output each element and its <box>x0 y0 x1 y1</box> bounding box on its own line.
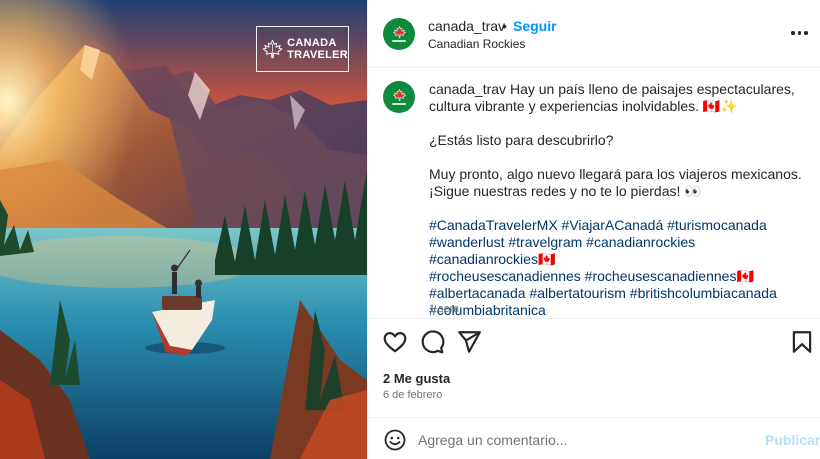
heart-icon[interactable] <box>382 329 408 355</box>
canada-traveler-logo: CANADA TRAVELER <box>256 26 349 72</box>
more-dot <box>804 31 808 35</box>
send-icon[interactable] <box>456 329 482 355</box>
separator-dot: • <box>502 18 507 34</box>
action-bar <box>368 329 820 359</box>
hashtag-line[interactable]: #wanderlust #travelgram #canadianrockies… <box>429 234 807 268</box>
hashtag-block: #CanadaTravelerMX #ViajarACanadá #turism… <box>429 217 807 319</box>
brand-line-1: CANADA <box>287 37 337 49</box>
post-date[interactable]: 6 de febrero <box>383 389 442 401</box>
hashtag-line[interactable]: #albertacanada #albertatourism #britishc… <box>429 285 807 302</box>
caption-text-3a: Muy pronto, algo nuevo llegará para los … <box>429 166 802 182</box>
maple-leaf-icon <box>392 26 406 38</box>
follow-button[interactable]: Seguir <box>513 18 557 34</box>
brand-wordmark: CANADA TRAVELER <box>287 37 348 61</box>
avatar-text-mark <box>392 40 406 42</box>
caption-paragraph-2: ¿Estás listo para descubrirlo? <box>429 132 614 148</box>
more-options-icon[interactable] <box>791 25 811 41</box>
post-header: canada_trav • Seguir Canadian Rockies <box>368 0 820 68</box>
emoji-icon[interactable] <box>383 428 407 452</box>
comment-input[interactable] <box>418 426 748 454</box>
post-side-panel: canada_trav • Seguir Canadian Rockies ca… <box>367 0 820 459</box>
post-caption: canada_trav Hay un país lleno de paisaje… <box>429 81 807 319</box>
like-count[interactable]: 2 Me gusta <box>383 371 450 386</box>
avatar-text-mark <box>392 103 406 105</box>
bookmark-icon[interactable] <box>789 329 815 355</box>
location-link[interactable]: Canadian Rockies <box>428 37 525 51</box>
caption-section: canada_trav Hay un país lleno de paisaje… <box>368 69 820 319</box>
caption-paragraph-3: Muy pronto, algo nuevo llegará para los … <box>429 166 807 200</box>
comment-icon[interactable] <box>419 329 445 355</box>
avatar[interactable] <box>383 81 415 113</box>
hashtag-line[interactable]: #rocheusescanadiennes #rocheusescanadien… <box>429 268 807 285</box>
hashtag-line[interactable]: #CanadaTravelerMX #ViajarACanadá #turism… <box>429 217 807 234</box>
maple-leaf-icon <box>392 89 406 101</box>
hashtag-line[interactable]: #columbiabritanica <box>429 302 807 319</box>
publish-button[interactable]: Publicar <box>765 432 820 448</box>
username-link[interactable]: canada_trav <box>428 18 505 34</box>
caption-username-link[interactable]: canada_trav <box>429 81 506 97</box>
maple-leaf-icon <box>262 39 283 59</box>
caption-text-3b: ¡Sigue nuestras redes y no te lo pierdas… <box>429 183 702 199</box>
brand-line-2: TRAVELER <box>287 49 348 61</box>
caption-paragraph-1: canada_trav Hay un país lleno de paisaje… <box>429 81 807 115</box>
post-image[interactable]: CANADA TRAVELER <box>0 0 367 459</box>
avatar[interactable] <box>383 18 415 50</box>
more-dot <box>791 31 795 35</box>
comment-bar: Publicar <box>368 417 820 459</box>
caption-timestamp[interactable]: 1 sem <box>429 303 459 315</box>
more-dot <box>797 31 801 35</box>
